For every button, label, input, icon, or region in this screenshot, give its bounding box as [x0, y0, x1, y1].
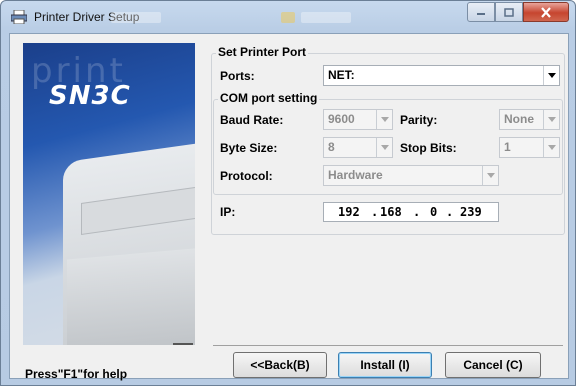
sn3c-logo: SN3C — [49, 81, 131, 111]
footer-divider — [213, 345, 563, 346]
window-controls — [467, 2, 569, 22]
protocol-dropdown[interactable]: Hardware — [323, 165, 499, 186]
chevron-down-icon[interactable] — [376, 138, 392, 157]
byte-size-label: Byte Size: — [220, 141, 278, 155]
blurred-background-text — [111, 12, 161, 23]
printer-front — [67, 246, 195, 345]
parity-label: Parity: — [400, 113, 438, 127]
printer-port-detail — [173, 343, 193, 345]
printer-banner-image: print SN3C — [23, 43, 195, 345]
minimize-icon — [477, 13, 485, 15]
ports-value: NET: — [328, 68, 355, 82]
ports-label: Ports: — [220, 69, 255, 83]
ip-label: IP: — [220, 205, 236, 219]
back-button[interactable]: <<Back(B) — [233, 352, 327, 378]
baud-rate-label: Baud Rate: — [220, 113, 284, 127]
ip-dot: . — [371, 205, 379, 219]
ip-dot: . — [413, 205, 421, 219]
ip-octet-4[interactable]: 239 — [460, 205, 482, 219]
maximize-button[interactable] — [495, 2, 523, 22]
cancel-button[interactable]: Cancel (C) — [445, 352, 541, 378]
baud-rate-dropdown[interactable]: 9600 — [323, 109, 393, 130]
stop-bits-dropdown[interactable]: 1 — [499, 137, 560, 158]
chevron-down-icon[interactable] — [543, 110, 559, 129]
close-button[interactable] — [523, 2, 569, 22]
ip-octet-3[interactable]: 0 — [430, 205, 437, 219]
help-hint-text: Press"F1"for help — [25, 367, 128, 381]
ip-dot: . — [446, 205, 454, 219]
ip-address-field[interactable]: 192 . 168 . 0 . 239 — [323, 202, 499, 222]
ports-dropdown[interactable]: NET: — [323, 65, 560, 86]
byte-size-dropdown[interactable]: 8 — [323, 137, 393, 158]
maximize-icon — [504, 7, 514, 17]
close-icon — [541, 6, 551, 18]
chevron-down-icon[interactable] — [482, 166, 498, 185]
com-port-group-label: COM port setting — [218, 91, 320, 105]
setup-window: Printer Driver Setup print SN3C Set Prin… — [0, 0, 576, 386]
ip-octet-1[interactable]: 192 — [338, 205, 360, 219]
stop-bits-value: 1 — [504, 140, 511, 154]
title-bar[interactable]: Printer Driver Setup — [1, 1, 575, 33]
ip-octet-2[interactable]: 168 — [380, 205, 402, 219]
blurred-background-text — [301, 12, 351, 23]
minimize-button[interactable] — [467, 2, 495, 22]
protocol-label: Protocol: — [220, 169, 273, 183]
chevron-down-icon[interactable] — [376, 110, 392, 129]
chevron-down-icon[interactable] — [543, 66, 559, 85]
printer-port-group-label: Set Printer Port — [216, 45, 309, 59]
install-button[interactable]: Install (I) — [338, 352, 432, 378]
chevron-down-icon[interactable] — [543, 138, 559, 157]
parity-dropdown[interactable]: None — [499, 109, 560, 130]
parity-value: None — [504, 112, 534, 126]
protocol-value: Hardware — [328, 168, 383, 182]
byte-size-value: 8 — [328, 140, 335, 154]
printer-app-icon — [11, 10, 27, 24]
stop-bits-label: Stop Bits: — [400, 141, 457, 155]
baud-rate-value: 9600 — [328, 112, 355, 126]
blurred-background-icon — [281, 12, 295, 23]
